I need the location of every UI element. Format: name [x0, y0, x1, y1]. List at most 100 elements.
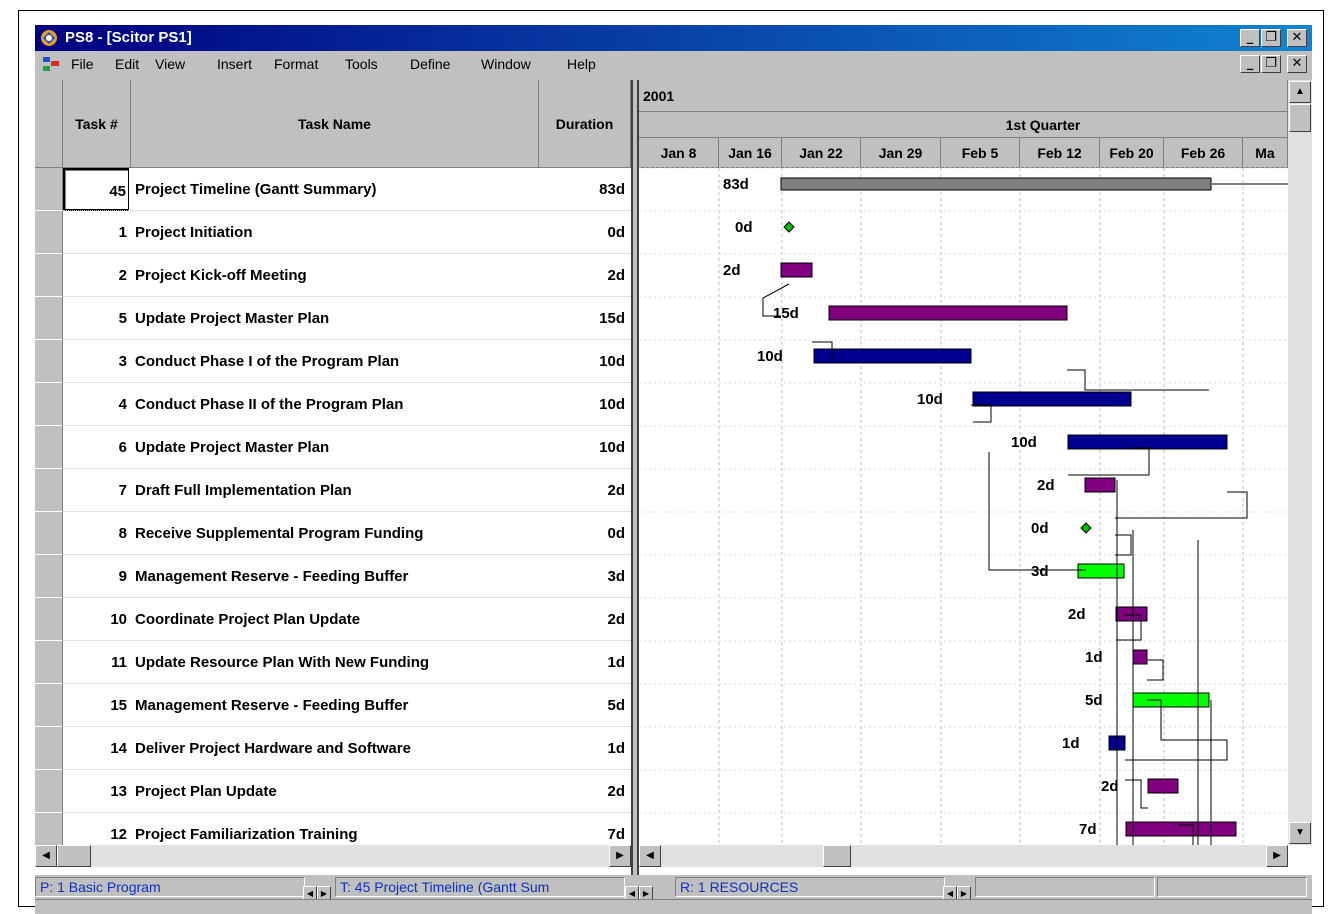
table-row[interactable]: 15 Management Reserve - Feeding Buffer 5d [35, 684, 631, 727]
duration-cell[interactable]: 10d [539, 383, 629, 426]
row-selector[interactable] [35, 168, 63, 211]
table-scroll-right-button[interactable]: ▶ [609, 845, 631, 867]
task-name-cell[interactable]: Management Reserve - Feeding Buffer [131, 555, 539, 598]
row-selector[interactable] [35, 555, 63, 598]
gantt-scroll-thumb[interactable] [823, 845, 851, 867]
task-number-cell[interactable]: 4 [63, 383, 129, 426]
task-number-cell[interactable]: 5 [63, 297, 129, 340]
duration-cell[interactable]: 0d [539, 512, 629, 555]
duration-cell[interactable]: 15d [539, 297, 629, 340]
maximize-button[interactable]: ❐ [1261, 29, 1281, 47]
task-number-cell[interactable]: 10 [63, 598, 129, 641]
duration-cell[interactable]: 2d [539, 770, 629, 813]
task-name-cell[interactable]: Project Initiation [131, 211, 539, 254]
scroll-up-button[interactable]: ▲ [1289, 81, 1311, 103]
task-name-cell[interactable]: Project Kick-off Meeting [131, 254, 539, 297]
task-number-cell[interactable]: 14 [63, 727, 129, 770]
menu-view[interactable]: View [155, 51, 185, 77]
column-header-task-name[interactable]: Task Name [131, 80, 539, 168]
duration-cell[interactable]: 2d [539, 598, 629, 641]
menu-format[interactable]: Format [274, 51, 318, 77]
column-header-duration[interactable]: Duration [539, 80, 631, 168]
table-row[interactable]: 5 Update Project Master Plan 15d [35, 297, 631, 340]
task-name-cell[interactable]: Update Project Master Plan [131, 426, 539, 469]
duration-cell[interactable]: 1d [539, 727, 629, 770]
row-selector[interactable] [35, 469, 63, 512]
menu-define[interactable]: Define [410, 51, 450, 77]
duration-cell[interactable]: 83d [539, 168, 629, 211]
scroll-down-button[interactable]: ▼ [1289, 822, 1311, 844]
table-row[interactable]: 1 Project Initiation 0d [35, 211, 631, 254]
task-name-cell[interactable]: Management Reserve - Feeding Buffer [131, 684, 539, 727]
row-selector[interactable] [35, 211, 63, 254]
table-row[interactable]: 10 Coordinate Project Plan Update 2d [35, 598, 631, 641]
task-name-cell[interactable]: Receive Supplemental Program Funding [131, 512, 539, 555]
duration-cell[interactable]: 5d [539, 684, 629, 727]
menu-window[interactable]: Window [481, 51, 531, 77]
menu-edit[interactable]: Edit [115, 51, 139, 77]
task-number-cell[interactable]: 11 [63, 641, 129, 684]
table-row[interactable]: 11 Update Resource Plan With New Funding 1… [35, 641, 631, 684]
task-number-cell[interactable]: 1 [63, 211, 129, 254]
row-selector[interactable] [35, 340, 63, 383]
menu-file[interactable]: File [71, 51, 94, 77]
duration-cell[interactable]: 1d [539, 641, 629, 684]
duration-cell[interactable]: 3d [539, 555, 629, 598]
scroll-thumb[interactable] [1289, 104, 1311, 132]
row-selector[interactable] [35, 297, 63, 340]
task-name-cell[interactable]: Conduct Phase I of the Program Plan [131, 340, 539, 383]
doc-minimize-button[interactable]: _ [1240, 55, 1260, 73]
doc-close-button[interactable]: ✕ [1287, 55, 1307, 73]
menu-tools[interactable]: Tools [345, 51, 378, 77]
task-name-cell[interactable]: Deliver Project Hardware and Software [131, 727, 539, 770]
table-row[interactable]: 3 Conduct Phase I of the Program Plan 10d [35, 340, 631, 383]
row-selector[interactable] [35, 770, 63, 813]
table-row[interactable]: 14 Deliver Project Hardware and Software 1… [35, 727, 631, 770]
row-selector[interactable] [35, 641, 63, 684]
table-row[interactable]: 13 Project Plan Update 2d [35, 770, 631, 813]
task-name-cell[interactable]: Draft Full Implementation Plan [131, 469, 539, 512]
table-scroll-left-button[interactable]: ◀ [35, 845, 57, 867]
table-row[interactable]: 4 Conduct Phase II of the Program Plan 10d [35, 383, 631, 426]
task-number-cell[interactable]: 45 [63, 168, 129, 211]
vertical-scrollbar[interactable]: ▲ ▼ [1288, 80, 1312, 845]
task-number-cell[interactable]: 6 [63, 426, 129, 469]
duration-cell[interactable]: 10d [539, 426, 629, 469]
task-number-cell[interactable]: 13 [63, 770, 129, 813]
table-horizontal-scrollbar[interactable]: ◀ ▶ [35, 845, 631, 867]
gantt-scroll-right-button[interactable]: ▶ [1266, 845, 1288, 867]
row-selector[interactable] [35, 383, 63, 426]
table-row[interactable]: 8 Receive Supplemental Program Funding 0d [35, 512, 631, 555]
task-number-cell[interactable]: 2 [63, 254, 129, 297]
task-number-cell[interactable]: 8 [63, 512, 129, 555]
task-name-cell[interactable]: Coordinate Project Plan Update [131, 598, 539, 641]
table-row[interactable]: 2 Project Kick-off Meeting 2d [35, 254, 631, 297]
row-selector[interactable] [35, 727, 63, 770]
gantt-horizontal-scrollbar[interactable]: ◀ ▶ [639, 845, 1288, 867]
column-header-task-num[interactable]: Task # [63, 80, 131, 168]
row-selector[interactable] [35, 426, 63, 469]
row-selector[interactable] [35, 254, 63, 297]
menu-help[interactable]: Help [567, 51, 596, 77]
task-number-cell[interactable]: 3 [63, 340, 129, 383]
task-name-cell[interactable]: Conduct Phase II of the Program Plan [131, 383, 539, 426]
table-row[interactable]: 7 Draft Full Implementation Plan 2d [35, 469, 631, 512]
duration-cell[interactable]: 0d [539, 211, 629, 254]
table-row[interactable]: 9 Management Reserve - Feeding Buffer 3d [35, 555, 631, 598]
task-name-cell[interactable]: Update Resource Plan With New Funding [131, 641, 539, 684]
gantt-scroll-left-button[interactable]: ◀ [639, 845, 661, 867]
duration-cell[interactable]: 2d [539, 254, 629, 297]
close-button[interactable]: ✕ [1287, 29, 1307, 47]
task-number-cell[interactable]: 15 [63, 684, 129, 727]
doc-restore-button[interactable]: ❐ [1261, 55, 1281, 73]
table-scroll-thumb[interactable] [57, 845, 91, 867]
task-name-cell[interactable]: Project Timeline (Gantt Summary) [131, 168, 539, 211]
header-selector[interactable] [35, 80, 63, 168]
duration-cell[interactable]: 10d [539, 340, 629, 383]
task-number-cell[interactable]: 7 [63, 469, 129, 512]
duration-cell[interactable]: 2d [539, 469, 629, 512]
task-name-cell[interactable]: Project Plan Update [131, 770, 539, 813]
row-selector[interactable] [35, 512, 63, 555]
minimize-button[interactable]: _ [1240, 29, 1260, 47]
task-number-cell[interactable]: 9 [63, 555, 129, 598]
